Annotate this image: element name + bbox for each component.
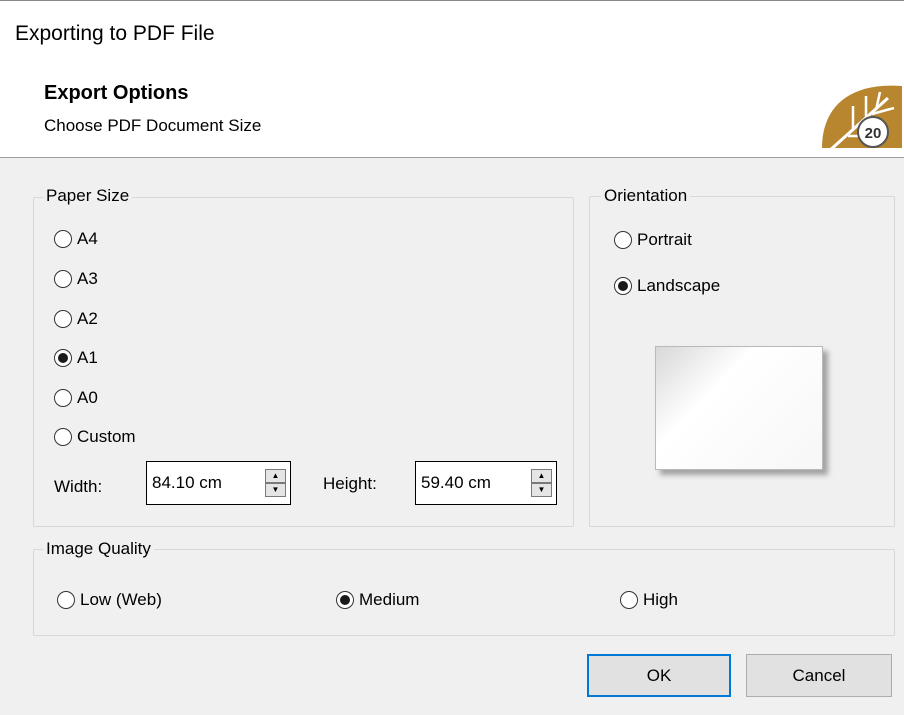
radio-a2-circle bbox=[54, 310, 72, 328]
radio-a3-circle bbox=[54, 270, 72, 288]
paper-size-radio-a4[interactable]: A4 bbox=[54, 229, 98, 249]
quality-radio-medium[interactable]: Medium bbox=[336, 590, 419, 610]
width-up-arrow-icon[interactable]: ▲ bbox=[265, 469, 286, 483]
radio-a1-circle bbox=[54, 349, 72, 367]
radio-selected-dot bbox=[58, 353, 68, 363]
ok-button[interactable]: OK bbox=[587, 654, 731, 697]
header-subtitle: Choose PDF Document Size bbox=[44, 116, 262, 135]
height-label: Height: bbox=[323, 474, 377, 493]
radio-medium-circle bbox=[336, 591, 354, 609]
height-spin-buttons: ▲ ▼ bbox=[531, 469, 552, 497]
radio-a1-label: A1 bbox=[77, 348, 98, 367]
radio-high-circle bbox=[620, 591, 638, 609]
paper-size-radio-custom[interactable]: Custom bbox=[54, 427, 136, 447]
header-panel bbox=[0, 56, 904, 158]
radio-medium-label: Medium bbox=[359, 590, 420, 609]
radio-portrait-label: Portrait bbox=[637, 230, 692, 249]
radio-landscape-circle bbox=[614, 277, 632, 295]
height-down-arrow-icon[interactable]: ▼ bbox=[531, 483, 552, 497]
width-label: Width: bbox=[54, 477, 103, 496]
top-border bbox=[0, 0, 904, 1]
radio-a0-label: A0 bbox=[77, 388, 98, 407]
page-orientation-preview bbox=[655, 346, 823, 470]
radio-a0-circle bbox=[54, 389, 72, 407]
cancel-button[interactable]: Cancel bbox=[746, 654, 892, 697]
radio-high-label: High bbox=[643, 590, 678, 609]
height-spinbox[interactable]: 59.40 cm ▲ ▼ bbox=[415, 461, 557, 505]
radio-a4-circle bbox=[54, 230, 72, 248]
orientation-radio-landscape[interactable]: Landscape bbox=[614, 276, 720, 296]
radio-low-circle bbox=[57, 591, 75, 609]
radio-selected-dot bbox=[340, 595, 350, 605]
image-quality-legend: Image Quality bbox=[43, 539, 154, 559]
orientation-legend: Orientation bbox=[601, 186, 691, 206]
height-value: 59.40 cm bbox=[421, 473, 491, 492]
orientation-radio-portrait[interactable]: Portrait bbox=[614, 230, 692, 250]
radio-a2-label: A2 bbox=[77, 309, 98, 328]
paper-size-radio-a3[interactable]: A3 bbox=[54, 269, 98, 289]
app-logo-icon: 20 bbox=[822, 85, 902, 154]
radio-custom-label: Custom bbox=[77, 427, 136, 446]
image-quality-group bbox=[33, 549, 895, 636]
paper-size-radio-a0[interactable]: A0 bbox=[54, 388, 98, 408]
radio-landscape-label: Landscape bbox=[637, 276, 721, 295]
radio-low-label: Low (Web) bbox=[80, 590, 162, 609]
radio-selected-dot bbox=[618, 281, 628, 291]
quality-radio-high[interactable]: High bbox=[620, 590, 678, 610]
logo-badge-text: 20 bbox=[865, 125, 882, 142]
radio-a4-label: A4 bbox=[77, 229, 98, 248]
window-title: Exporting to PDF File bbox=[15, 22, 215, 45]
paper-size-radio-a1[interactable]: A1 bbox=[54, 348, 98, 368]
width-spinbox[interactable]: 84.10 cm ▲ ▼ bbox=[146, 461, 291, 505]
header-title: Export Options bbox=[44, 82, 189, 104]
radio-custom-circle bbox=[54, 428, 72, 446]
width-spin-buttons: ▲ ▼ bbox=[265, 469, 286, 497]
radio-portrait-circle bbox=[614, 231, 632, 249]
paper-size-radio-a2[interactable]: A2 bbox=[54, 309, 98, 329]
width-down-arrow-icon[interactable]: ▼ bbox=[265, 483, 286, 497]
height-up-arrow-icon[interactable]: ▲ bbox=[531, 469, 552, 483]
radio-a3-label: A3 bbox=[77, 269, 98, 288]
paper-size-legend: Paper Size bbox=[43, 186, 133, 206]
title-bar: Exporting to PDF File bbox=[0, 0, 904, 56]
quality-radio-low[interactable]: Low (Web) bbox=[57, 590, 162, 610]
width-value: 84.10 cm bbox=[152, 473, 222, 492]
